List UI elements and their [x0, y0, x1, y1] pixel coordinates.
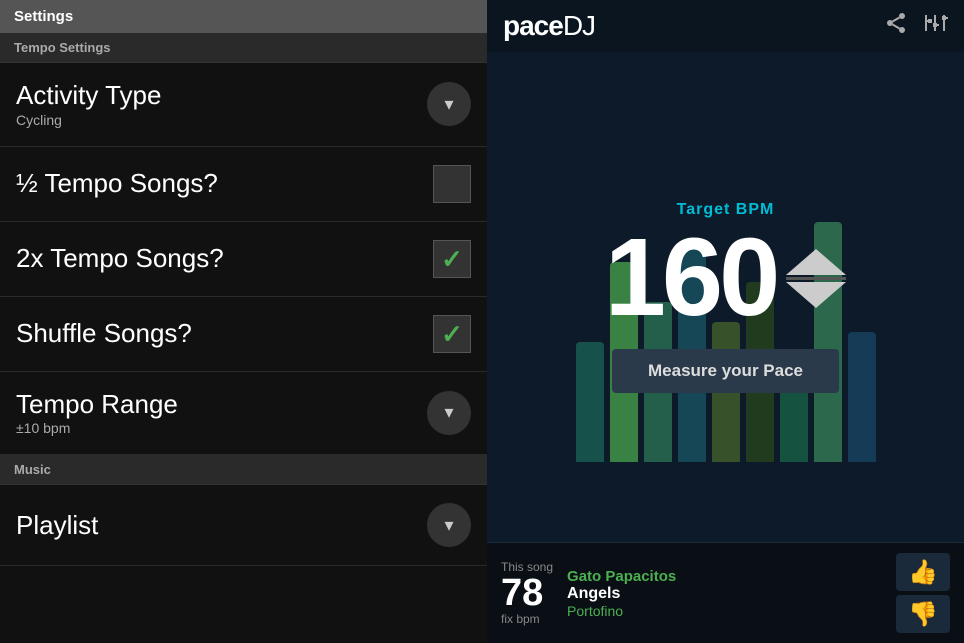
settings-panel: Settings Tempo Settings Activity Type Cy… [0, 0, 487, 643]
share-icon[interactable] [884, 11, 908, 41]
header-icons [884, 11, 948, 41]
settings-item-double-tempo[interactable]: 2x Tempo Songs? ✓ [0, 222, 487, 297]
shuffle-label: Shuffle Songs? [16, 319, 192, 348]
settings-title: Settings [14, 8, 73, 25]
fix-bpm-label: fix bpm [501, 612, 540, 626]
viz-bar [848, 332, 876, 462]
playlist-label: Playlist [16, 511, 98, 540]
checkmark-double-tempo: ✓ [441, 246, 463, 272]
song-artist: Angels [567, 585, 882, 603]
pacedj-panel: pace DJ [487, 0, 964, 643]
song-name-top: Gato Papacitos [567, 568, 882, 585]
section-header-music: Music [0, 455, 487, 485]
tempo-range-dropdown[interactable]: ▾ [427, 391, 471, 435]
logo-dj: DJ [563, 10, 595, 42]
logo-pace: pace [503, 10, 563, 42]
section-header-tempo: Tempo Settings [0, 33, 487, 63]
half-tempo-checkbox[interactable] [433, 165, 471, 203]
settings-item-shuffle[interactable]: Shuffle Songs? ✓ [0, 297, 487, 372]
activity-type-value: Cycling [16, 112, 161, 128]
song-info: This song 78 fix bpm Gato Papacitos Ange… [487, 542, 964, 643]
tempo-range-value: ±10 bpm [16, 420, 178, 436]
stepper-divider [786, 277, 846, 280]
song-details: Gato Papacitos Angels Portofino [567, 568, 882, 619]
activity-type-label: Activity Type [16, 81, 161, 110]
bpm-stepper [786, 249, 846, 308]
checkmark-shuffle: ✓ [441, 321, 463, 347]
viz-area: Target BPM 160 Measure your Pace [487, 52, 964, 542]
bpm-row: 160 [605, 223, 847, 333]
thumbs-down-button[interactable]: 👎 [896, 595, 950, 633]
bpm-decrement-button[interactable] [786, 282, 846, 308]
thumbs-container: 👍 👎 [896, 553, 950, 633]
bpm-increment-button[interactable] [786, 249, 846, 275]
pacedj-header: pace DJ [487, 0, 964, 52]
tempo-range-label: Tempo Range [16, 390, 178, 419]
settings-title-bar: Settings [0, 0, 487, 33]
song-bpm-number: 78 [501, 574, 543, 612]
half-tempo-label: ½ Tempo Songs? [16, 169, 218, 198]
double-tempo-label: 2x Tempo Songs? [16, 244, 224, 273]
bpm-number: 160 [605, 223, 777, 333]
shuffle-checkbox[interactable]: ✓ [433, 315, 471, 353]
settings-item-playlist[interactable]: Playlist ▾ [0, 485, 487, 566]
thumbs-up-button[interactable]: 👍 [896, 553, 950, 591]
pacedj-logo: pace DJ [503, 10, 595, 42]
song-bpm-box: This song 78 fix bpm [501, 560, 553, 626]
viz-bar [576, 342, 604, 462]
settings-item-half-tempo[interactable]: ½ Tempo Songs? [0, 147, 487, 222]
measure-pace-button[interactable]: Measure your Pace [612, 349, 839, 393]
double-tempo-checkbox[interactable]: ✓ [433, 240, 471, 278]
playlist-dropdown[interactable]: ▾ [427, 503, 471, 547]
equalizer-icon[interactable] [922, 11, 948, 41]
settings-item-activity-type[interactable]: Activity Type Cycling ▾ [0, 63, 487, 147]
settings-item-tempo-range[interactable]: Tempo Range ±10 bpm ▾ [0, 372, 487, 456]
activity-type-dropdown[interactable]: ▾ [427, 82, 471, 126]
song-album: Portofino [567, 603, 882, 619]
